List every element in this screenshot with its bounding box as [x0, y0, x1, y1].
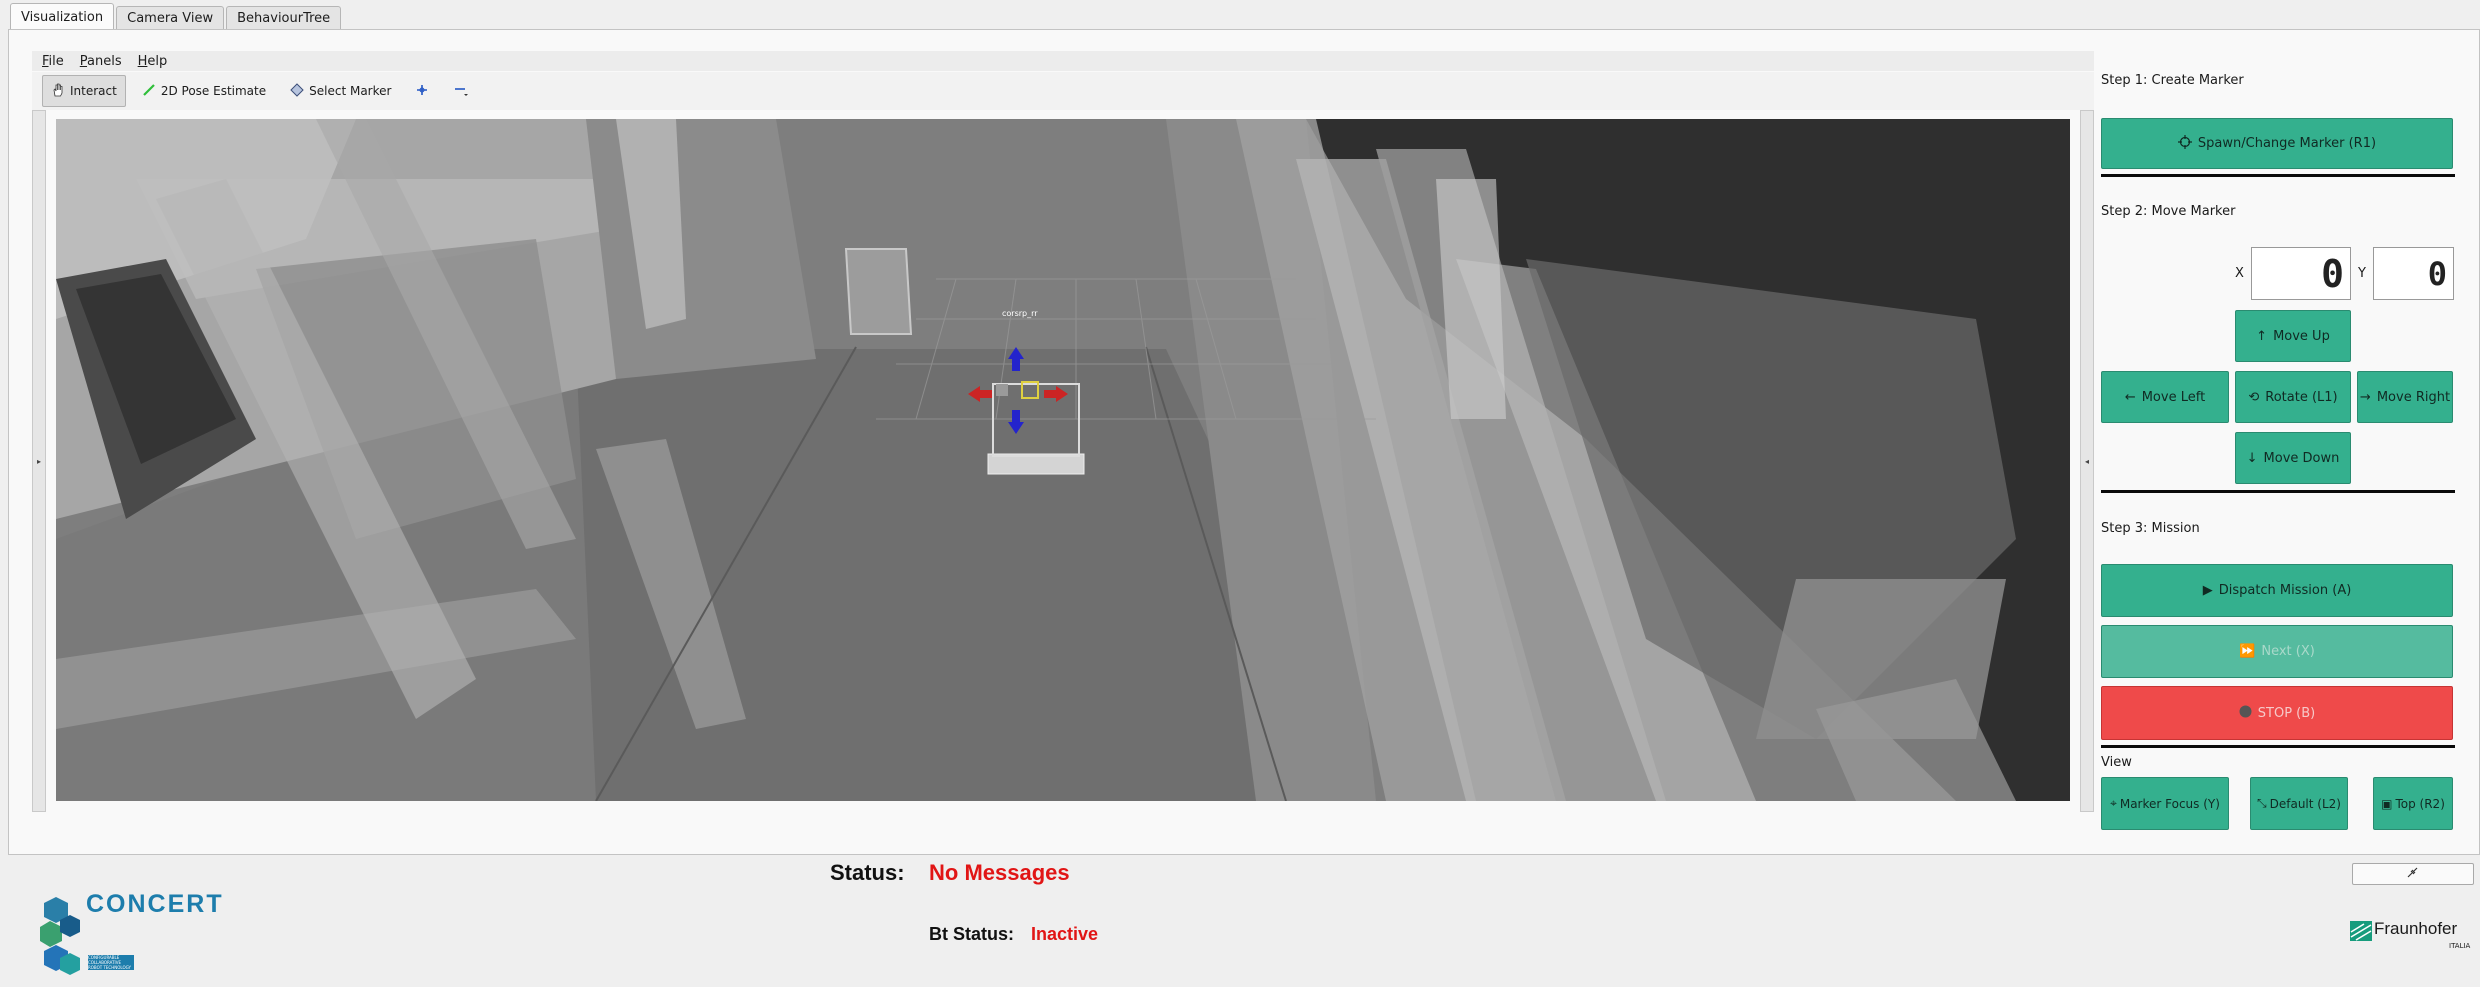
- stop-circle-icon: [2239, 705, 2252, 722]
- status-value: No Messages: [929, 860, 1070, 885]
- tab-camera-view[interactable]: Camera View: [116, 6, 225, 31]
- target-icon: [2177, 134, 2192, 153]
- next-label: Next (X): [2261, 644, 2315, 659]
- divider: [2101, 174, 2455, 177]
- rotate-button[interactable]: ⟲ Rotate (L1): [2235, 371, 2351, 423]
- left-panel-collapse-button[interactable]: ▸: [32, 110, 46, 812]
- view-heading: View: [2101, 755, 2132, 770]
- move-up-button[interactable]: ↑ Move Up: [2235, 310, 2351, 362]
- x-value-display: 0: [2251, 247, 2351, 300]
- menu-file[interactable]: File: [42, 54, 64, 69]
- menu-panels[interactable]: Panels: [80, 54, 122, 69]
- divider: [2101, 490, 2455, 493]
- fast-forward-icon: ⏩: [2239, 644, 2256, 659]
- tab-bar: Visualization Camera View BehaviourTree: [10, 3, 343, 31]
- plus-icon: [415, 83, 429, 100]
- concert-wordmark: CONCERT: [86, 890, 224, 918]
- chevron-left-icon: ◂: [2084, 456, 2089, 466]
- right-panel-collapse-button[interactable]: ◂: [2080, 110, 2094, 812]
- connect-button[interactable]: [2352, 863, 2474, 885]
- hand-icon: [51, 83, 65, 100]
- menu-help[interactable]: Help: [138, 54, 168, 69]
- play-icon: ▶: [2202, 583, 2213, 598]
- tab-visualization[interactable]: Visualization: [10, 3, 115, 31]
- stop-label: STOP (B): [2257, 705, 2316, 721]
- top-view-icon: ▣: [2381, 796, 2393, 811]
- select-marker-tool-button[interactable]: Select Marker: [282, 76, 399, 106]
- default-view-button[interactable]: ⤡ Default (L2): [2250, 777, 2348, 830]
- plug-icon: [2406, 865, 2420, 883]
- move-right-label: Move Right: [2376, 389, 2451, 405]
- remove-tool-button[interactable]: [445, 76, 477, 106]
- diamond-icon: [290, 82, 304, 100]
- stop-button[interactable]: STOP (B): [2101, 686, 2453, 740]
- minus-icon: [453, 83, 469, 100]
- spawn-marker-label: Spawn/Change Marker (R1): [2197, 136, 2377, 151]
- pose-estimate-label: 2D Pose Estimate: [160, 84, 267, 98]
- arrow-right-icon: →: [2359, 389, 2371, 405]
- top-view-label: Top (R2): [2395, 796, 2445, 811]
- marker-focus-label: Marker Focus (Y): [2119, 796, 2220, 811]
- move-up-label: Move Up: [2273, 328, 2330, 344]
- tab-behaviour-tree[interactable]: BehaviourTree: [226, 6, 342, 31]
- rotate-label: Rotate (L1): [2265, 389, 2338, 405]
- pose-estimate-tool-button[interactable]: 2D Pose Estimate: [134, 76, 274, 106]
- move-down-button[interactable]: ↓ Move Down: [2235, 432, 2351, 484]
- move-down-label: Move Down: [2263, 450, 2340, 466]
- dispatch-mission-label: Dispatch Mission (A): [2218, 583, 2352, 598]
- next-button[interactable]: ⏩ Next (X): [2101, 625, 2453, 678]
- marker-focus-button[interactable]: ⌖ Marker Focus (Y): [2101, 777, 2229, 830]
- concert-logo: CONCERT CONFIGURABLE COLLABORATIVE ROBOT…: [40, 890, 224, 981]
- y-label: Y: [2358, 266, 2366, 281]
- chevron-right-icon: ▸: [36, 456, 41, 466]
- focus-icon: ⌖: [2110, 796, 2117, 810]
- arrow-up-icon: ↑: [2256, 328, 2268, 344]
- y-value-display: 0: [2373, 247, 2454, 300]
- rotate-icon: ⟲: [2248, 389, 2260, 405]
- step2-heading: Step 2: Move Marker: [2101, 204, 2236, 219]
- select-marker-label: Select Marker: [309, 84, 392, 98]
- marker-frame-label: corsrp_rr: [1002, 309, 1038, 318]
- rviz-toolbar: Interact 2D Pose Estimate Select Marker: [32, 72, 2094, 110]
- dispatch-mission-button[interactable]: ▶ Dispatch Mission (A): [2101, 564, 2453, 617]
- default-view-icon: ⤡: [2257, 796, 2267, 810]
- step3-heading: Step 3: Mission: [2101, 521, 2200, 536]
- fraunhofer-wordmark: Fraunhofer: [2374, 919, 2458, 938]
- interact-tool-button[interactable]: Interact: [42, 75, 126, 107]
- divider: [2101, 745, 2455, 748]
- top-view-button[interactable]: ▣ Top (R2): [2373, 777, 2453, 830]
- x-label: X: [2235, 266, 2244, 281]
- default-view-label: Default (L2): [2269, 796, 2341, 811]
- 3d-scene: corsrp_rr: [56, 119, 2070, 801]
- add-tool-button[interactable]: [407, 76, 437, 106]
- spawn-marker-button[interactable]: Spawn/Change Marker (R1): [2101, 118, 2453, 169]
- step1-heading: Step 1: Create Marker: [2101, 73, 2244, 88]
- fraunhofer-sub: ITALIA: [2449, 942, 2471, 950]
- move-left-button[interactable]: ← Move Left: [2101, 371, 2229, 423]
- bt-status-value: Inactive: [1031, 924, 1099, 944]
- concert-tagline: CONFIGURABLE COLLABORATIVE ROBOT TECHNOL…: [88, 955, 134, 970]
- move-left-label: Move Left: [2141, 389, 2206, 405]
- fraunhofer-logo: Fraunhofer ITALIA: [2350, 919, 2480, 959]
- move-right-button[interactable]: → Move Right: [2357, 371, 2453, 423]
- arrow-left-icon: ←: [2124, 389, 2136, 405]
- interact-label: Interact: [70, 84, 117, 98]
- arrow-down-icon: ↓: [2246, 450, 2258, 466]
- status-label: Status:: [830, 860, 905, 885]
- 3d-viewport[interactable]: corsrp_rr: [56, 119, 2070, 801]
- rviz-menubar: File Panels Help: [32, 51, 2094, 71]
- bt-status-label: Bt Status:: [929, 924, 1014, 944]
- green-arrow-icon: [142, 83, 156, 100]
